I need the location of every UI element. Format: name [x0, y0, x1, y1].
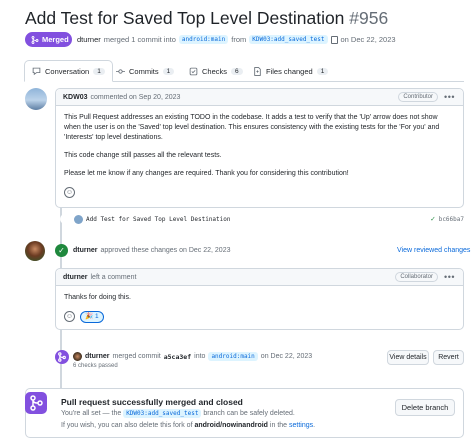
commit-row: Add Test for Saved Top Level Destination…: [60, 213, 464, 225]
settings-link[interactable]: settings: [289, 422, 313, 429]
fork-repo-name: android/nowinandroid: [194, 422, 268, 429]
tab-label: Conversation: [45, 66, 90, 76]
comment-paragraph: This Pull Request addresses an existing …: [64, 114, 440, 141]
merge-box-line2: If you wish, you can also delete this fo…: [61, 422, 316, 429]
tab-count: 6: [231, 67, 243, 75]
avatar-dturner[interactable]: [25, 241, 45, 261]
commit-sha[interactable]: bc66ba7: [439, 216, 464, 223]
merge-sha[interactable]: a5ca3ef: [164, 353, 191, 361]
delete-branch-button[interactable]: Delete branch: [395, 399, 455, 416]
tab-files-changed[interactable]: Files changed 1: [246, 60, 335, 82]
approval-author[interactable]: dturner: [73, 247, 98, 254]
approved-check-icon: ✓: [55, 244, 68, 257]
tab-count: 1: [162, 67, 175, 75]
from-text: from: [231, 35, 247, 44]
reaction-count: 1: [95, 313, 99, 320]
comment-body: This Pull Request addresses an existing …: [56, 106, 463, 205]
merged-text: merged 1 commit into: [103, 35, 176, 44]
merge-box-branch[interactable]: KDW03:add_saved_test: [123, 409, 202, 418]
merge-date: on Dec 22, 2023: [260, 353, 313, 360]
tab-label: Files changed: [266, 66, 313, 76]
comment-kdw03: KDW03 commented on Sep 20, 2023 Contribu…: [55, 88, 464, 208]
checks-icon: [189, 67, 198, 75]
commit-dot: [60, 214, 70, 224]
tab-label: Checks: [202, 66, 228, 76]
check-icon: ✓: [430, 216, 436, 223]
merge-line1-text-b: branch can be safely deleted.: [203, 410, 295, 417]
view-reviewed-changes-link[interactable]: View reviewed changes: [397, 247, 470, 254]
role-badge: Collaborator: [395, 272, 438, 282]
pr-tabs: Conversation 1 Commits 1 Checks 6 Files …: [24, 60, 464, 82]
merge-line1-text: You're all set — the: [61, 410, 122, 417]
conversation-icon: [32, 67, 41, 75]
comment-paragraph: This code change still passes all the re…: [64, 152, 222, 159]
merge-event-icon: [55, 350, 69, 364]
comment-body: Thanks for doing this. ☺ 🎉 1: [56, 286, 463, 330]
merge-into: into: [194, 353, 206, 360]
commit-icon: [116, 68, 125, 74]
merge-status-box: Pull request successfully merged and clo…: [25, 388, 464, 438]
add-reaction-icon[interactable]: ☺: [64, 311, 75, 322]
comment-header: dturner left a comment Collaborator •••: [56, 269, 463, 286]
merge-line2-text: If you wish, you can also delete this fo…: [61, 422, 193, 429]
checks-status: 6 checks passed: [73, 363, 118, 369]
pr-meta: dturner merged 1 commit into android:mai…: [77, 35, 396, 44]
base-branch[interactable]: android:main: [178, 35, 229, 44]
pr-number: #956: [349, 8, 389, 28]
page-title: Add Test for Saved Top Level Destination…: [25, 8, 388, 29]
pr-author-link[interactable]: dturner: [77, 35, 101, 44]
comment-meta: commented on Sep 20, 2023: [90, 93, 181, 101]
revert-button[interactable]: Revert: [433, 350, 464, 365]
avatar-dturner-small: [73, 352, 82, 361]
comment-paragraph: Thanks for doing this.: [64, 294, 131, 301]
status-label: Merged: [42, 35, 69, 44]
comment-meta: left a comment: [90, 273, 137, 281]
view-details-button[interactable]: View details: [387, 350, 429, 365]
tab-count: 1: [316, 67, 329, 75]
tab-conversation[interactable]: Conversation 1: [24, 60, 113, 82]
merge-event: dturner merged commit a5ca3ef into andro…: [85, 352, 312, 361]
merge-author[interactable]: dturner: [85, 353, 110, 360]
avatar-small: [74, 214, 83, 224]
pr-title: Add Test for Saved Top Level Destination: [25, 8, 345, 28]
merge-box-title: Pull request successfully merged and clo…: [61, 397, 243, 407]
merge-text: merged commit: [112, 353, 161, 360]
merge-box-line1: You're all set — the KDW03:add_saved_tes…: [61, 409, 295, 418]
merge-line2-text-b: in the: [269, 422, 288, 429]
avatar-kdw03[interactable]: [25, 88, 47, 110]
role-badge: Contributor: [398, 92, 438, 102]
kebab-menu-icon[interactable]: •••: [444, 92, 455, 102]
comment-author[interactable]: dturner: [63, 274, 88, 281]
copy-icon[interactable]: [330, 35, 338, 44]
merge-branch[interactable]: android:main: [208, 352, 258, 361]
file-diff-icon: [254, 66, 261, 76]
comment-header: KDW03 commented on Sep 20, 2023 Contribu…: [56, 89, 463, 106]
commit-message[interactable]: Add Test for Saved Top Level Destination: [86, 216, 231, 223]
comment-dturner: dturner left a comment Collaborator ••• …: [55, 268, 464, 330]
approval-text: approved these changes on Dec 22, 2023: [100, 247, 231, 254]
comment-author[interactable]: KDW03: [63, 94, 88, 101]
merged-status-badge: Merged: [25, 32, 72, 47]
kebab-menu-icon[interactable]: •••: [444, 272, 455, 282]
head-branch[interactable]: KDW03:add_saved_test: [249, 35, 328, 44]
add-reaction-icon[interactable]: ☺: [64, 187, 75, 198]
approval-event: dturner approved these changes on Dec 22…: [73, 247, 231, 254]
reaction-hooray[interactable]: 🎉 1: [79, 311, 104, 323]
merge-icon: [31, 35, 39, 44]
tab-label: Commits: [129, 66, 159, 76]
hooray-icon: 🎉: [84, 313, 94, 320]
tab-checks[interactable]: Checks 6: [182, 60, 250, 82]
tab-count: 1: [93, 67, 105, 75]
pr-date: on Dec 22, 2023: [340, 35, 396, 44]
merge-box-icon: [25, 392, 47, 414]
comment-paragraph: Please let me know if any changes are re…: [64, 170, 349, 177]
tab-commits[interactable]: Commits 1: [109, 60, 181, 82]
